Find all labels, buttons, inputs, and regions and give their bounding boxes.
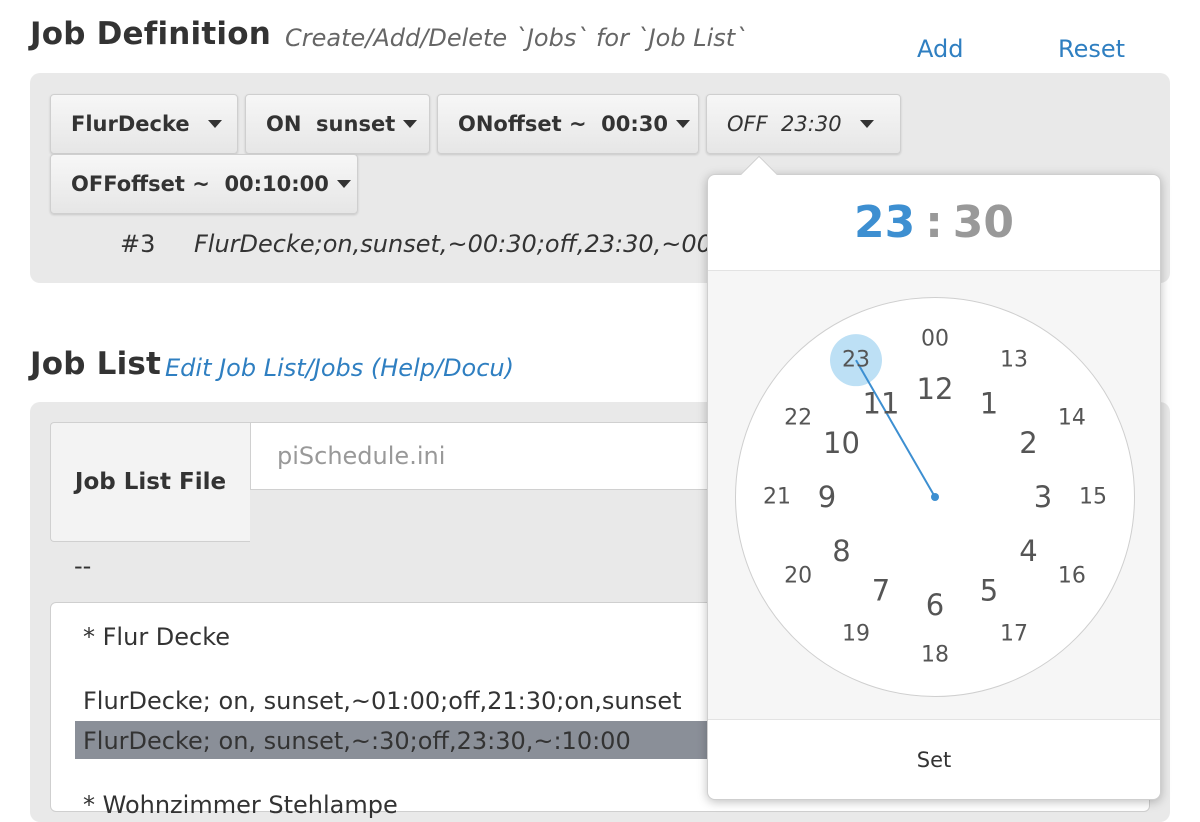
- clock-hour-outer[interactable]: 13: [1000, 348, 1028, 373]
- device-select[interactable]: FlurDecke: [50, 94, 238, 154]
- clock-hour-outer[interactable]: 22: [784, 406, 812, 431]
- clock-hour-inner[interactable]: 10: [823, 426, 860, 460]
- clock-hour-outer[interactable]: 15: [1079, 485, 1107, 510]
- clock-center-dot: [931, 493, 939, 501]
- clock-hour-outer[interactable]: 23: [842, 348, 870, 373]
- clock-hour-inner[interactable]: 6: [926, 588, 944, 622]
- clock-hour-inner[interactable]: 7: [872, 574, 890, 608]
- off-select[interactable]: OFF 23:30: [706, 94, 901, 154]
- clock-hour-outer[interactable]: 14: [1058, 406, 1086, 431]
- job-list-help-link[interactable]: Edit Job List/Jobs (Help/Docu): [165, 354, 514, 382]
- job-number: #3: [120, 230, 156, 258]
- chevron-down-icon: [403, 120, 418, 128]
- clock-hour-outer[interactable]: 18: [921, 643, 949, 668]
- list-line: * Flur Decke: [83, 623, 231, 651]
- off-offset-select-label: OFFoffset ~ 00:10:00: [71, 172, 329, 196]
- on-offset-select-label: ONoffset ~ 00:30: [458, 112, 669, 136]
- clock-hour-inner[interactable]: 9: [818, 480, 836, 514]
- clock-dial[interactable]: 00 13 14 15 16 17 18 19 20 21 22 23 12 1 2 3 4 5 6 7 8 9 10 11: [735, 297, 1135, 697]
- clock-hour-inner[interactable]: 1: [980, 386, 998, 420]
- hour-display[interactable]: 23: [854, 197, 915, 248]
- add-button[interactable]: Add: [917, 35, 963, 63]
- file-status: --: [74, 552, 92, 580]
- clock-hour-outer[interactable]: 00: [921, 327, 949, 352]
- clock-hour-inner[interactable]: 12: [917, 372, 954, 406]
- reset-button[interactable]: Reset: [1058, 35, 1125, 63]
- set-button[interactable]: Set: [708, 719, 1160, 799]
- job-definition-subtitle: Create/Add/Delete `Jobs` for `Job List`: [285, 24, 748, 52]
- off-offset-select[interactable]: OFFoffset ~ 00:10:00: [50, 154, 358, 214]
- clock-hour-inner[interactable]: 8: [832, 534, 850, 568]
- on-select[interactable]: ON sunset: [245, 94, 430, 154]
- list-line: * Wohnzimmer Stehlampe: [83, 791, 398, 819]
- on-offset-select[interactable]: ONoffset ~ 00:30: [437, 94, 699, 154]
- job-list-title: Job List: [30, 346, 162, 382]
- clock-hour-inner[interactable]: 11: [863, 386, 900, 420]
- job-list-file-input[interactable]: piSchedule.ini: [250, 422, 720, 490]
- time-picker-popover: 23 : 30 00 13 14 15 16 17 18 19 20 21 22 23 12 1 2 3 4 5 6…: [707, 155, 1161, 800]
- chevron-down-icon: [207, 120, 222, 128]
- clock-face: 00131415161718192021222312 1234567891011: [763, 327, 1107, 668]
- clock-hour-outer[interactable]: 21: [763, 485, 791, 510]
- clock-hour-outer[interactable]: 16: [1058, 564, 1086, 589]
- clock-hour-outer[interactable]: 20: [784, 564, 812, 589]
- list-line-selected: FlurDecke; on, sunset,~:30;off,23:30,~:1…: [83, 727, 631, 755]
- clock-hour-outer[interactable]: 19: [842, 621, 870, 646]
- chevron-down-icon: [336, 180, 351, 188]
- off-select-label: OFF 23:30: [727, 112, 842, 136]
- chevron-down-icon: [859, 120, 874, 128]
- chevron-down-icon: [676, 120, 691, 128]
- on-select-label: ON sunset: [266, 112, 396, 136]
- clock-hour-inner[interactable]: 5: [980, 574, 998, 608]
- clock-hour-inner[interactable]: 2: [1019, 426, 1037, 460]
- job-definition-title: Job Definition: [30, 16, 271, 52]
- job-list-file-label: Job List File: [50, 422, 250, 542]
- clock-hour-inner[interactable]: 4: [1019, 534, 1037, 568]
- minute-display[interactable]: 30: [953, 197, 1014, 248]
- device-select-label: FlurDecke: [71, 112, 190, 136]
- clock-hour-outer[interactable]: 17: [1000, 621, 1028, 646]
- job-string: FlurDecke;on,sunset,~00:30;off,23:30,~00…: [194, 230, 714, 258]
- clock-hour-inner[interactable]: 3: [1034, 480, 1052, 514]
- list-line: FlurDecke; on, sunset,~01:00;off,21:30;o…: [83, 687, 682, 715]
- time-display: 23 : 30: [708, 175, 1160, 271]
- time-separator: :: [925, 197, 943, 248]
